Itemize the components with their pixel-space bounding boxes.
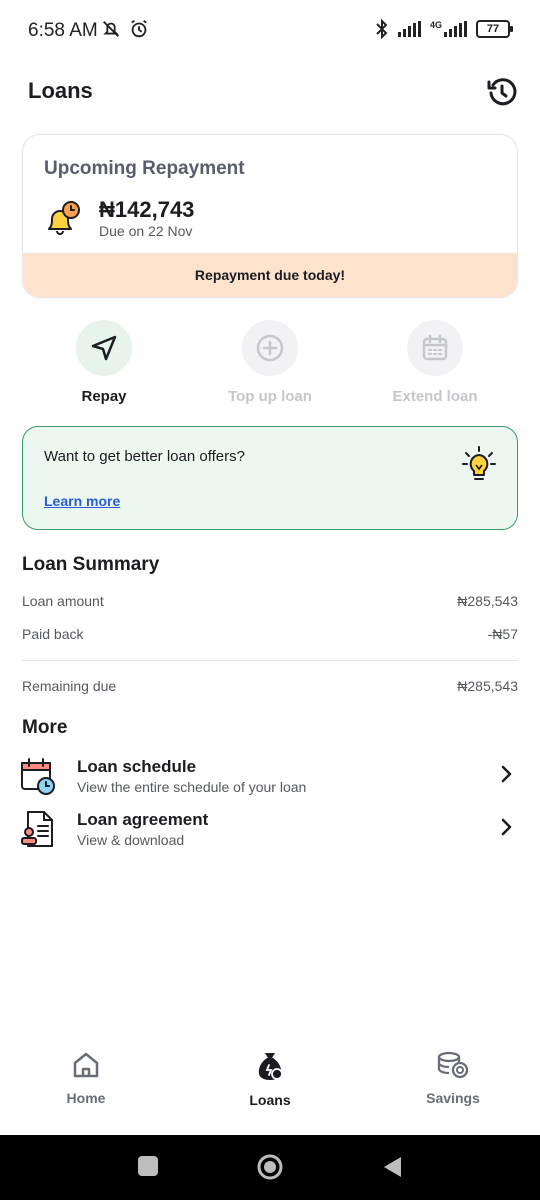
alarm-icon xyxy=(131,19,147,38)
extend-loan-button[interactable]: Extend loan xyxy=(365,320,505,405)
better-offers-card: Want to get better loan offers? Learn mo… xyxy=(22,426,518,530)
loan-schedule-item[interactable]: Loan schedule View the entire schedule o… xyxy=(20,757,520,805)
summary-label: Remaining due xyxy=(22,678,117,694)
nav-label-loans: Loans xyxy=(249,1092,291,1108)
summary-row-paid-back: Paid back -₦57 xyxy=(22,626,518,642)
plus-circle-icon xyxy=(256,334,284,362)
upcoming-repayment-card: Upcoming Repayment ₦142,743 Due on 22 No… xyxy=(22,134,518,298)
extend-loan-label: Extend loan xyxy=(392,388,478,405)
notifications-off-icon xyxy=(103,21,119,37)
bottom-navigation: Home Loans Savings xyxy=(0,1030,540,1135)
chevron-right-icon xyxy=(501,818,512,836)
system-navigation-bar xyxy=(0,1135,540,1200)
summary-value: ₦285,543 xyxy=(457,678,518,694)
repayment-due-date: Due on 22 Nov xyxy=(99,223,193,239)
loan-agreement-subtitle: View & download xyxy=(77,832,185,848)
repayment-due-banner: Repayment due today! xyxy=(23,253,517,297)
status-bar: 6:58 AM 4G 77 xyxy=(0,0,540,62)
summary-label: Loan amount xyxy=(22,593,104,609)
upcoming-repayment-title: Upcoming Repayment xyxy=(44,158,245,179)
network-type: 4G xyxy=(429,20,442,30)
loan-schedule-title: Loan schedule xyxy=(77,757,197,776)
signal-icon xyxy=(444,21,467,37)
home-system-button[interactable] xyxy=(256,1153,284,1181)
learn-more-link[interactable]: Learn more xyxy=(44,493,120,509)
money-bag-icon xyxy=(258,1053,283,1080)
nav-label-savings: Savings xyxy=(426,1090,480,1106)
nav-label-home: Home xyxy=(66,1090,106,1106)
status-time: 6:58 AM xyxy=(28,20,98,41)
summary-value: ₦285,543 xyxy=(457,593,518,609)
summary-value: -₦57 xyxy=(487,626,518,642)
agreement-document-icon xyxy=(21,811,53,847)
repay-label: Repay xyxy=(81,388,127,405)
bluetooth-icon xyxy=(376,19,388,39)
summary-row-loan-amount: Loan amount ₦285,543 xyxy=(22,593,518,609)
coins-icon xyxy=(437,1051,469,1079)
page-title: Loans xyxy=(28,78,93,103)
summary-row-remaining-due: Remaining due ₦285,543 xyxy=(22,678,518,694)
nav-item-home[interactable]: Home xyxy=(26,1050,146,1106)
history-button[interactable] xyxy=(484,74,520,110)
calendar-icon xyxy=(422,334,448,361)
repayment-due-banner-text: Repayment due today! xyxy=(194,267,346,283)
back-button[interactable] xyxy=(381,1155,403,1179)
summary-divider xyxy=(22,660,518,661)
chevron-right-icon xyxy=(501,765,512,783)
send-icon xyxy=(91,335,117,361)
repay-button[interactable]: Repay xyxy=(34,320,174,405)
battery-indicator: 77 xyxy=(476,20,513,38)
home-icon xyxy=(73,1052,99,1078)
recents-button[interactable] xyxy=(137,1155,159,1177)
loan-agreement-item[interactable]: Loan agreement View & download xyxy=(20,810,520,858)
summary-label: Paid back xyxy=(22,626,84,642)
nav-item-loans[interactable]: Loans xyxy=(210,1050,330,1108)
better-offers-text: Want to get better loan offers? xyxy=(44,448,245,465)
lightbulb-icon xyxy=(462,446,496,480)
bell-clock-icon xyxy=(48,201,80,235)
loan-actions: Repay Top up loan Extend loan xyxy=(0,320,540,410)
more-title: More xyxy=(22,717,68,738)
schedule-calendar-icon xyxy=(21,758,55,795)
top-up-loan-label: Top up loan xyxy=(228,388,312,405)
loan-agreement-title: Loan agreement xyxy=(77,810,209,829)
loan-schedule-subtitle: View the entire schedule of your loan xyxy=(77,779,307,795)
signal-icon xyxy=(397,21,421,37)
repayment-amount: ₦142,743 xyxy=(99,197,195,222)
history-icon xyxy=(487,78,517,106)
nav-item-savings[interactable]: Savings xyxy=(393,1050,513,1106)
loan-summary-title: Loan Summary xyxy=(22,554,160,575)
top-up-loan-button[interactable]: Top up loan xyxy=(200,320,340,405)
